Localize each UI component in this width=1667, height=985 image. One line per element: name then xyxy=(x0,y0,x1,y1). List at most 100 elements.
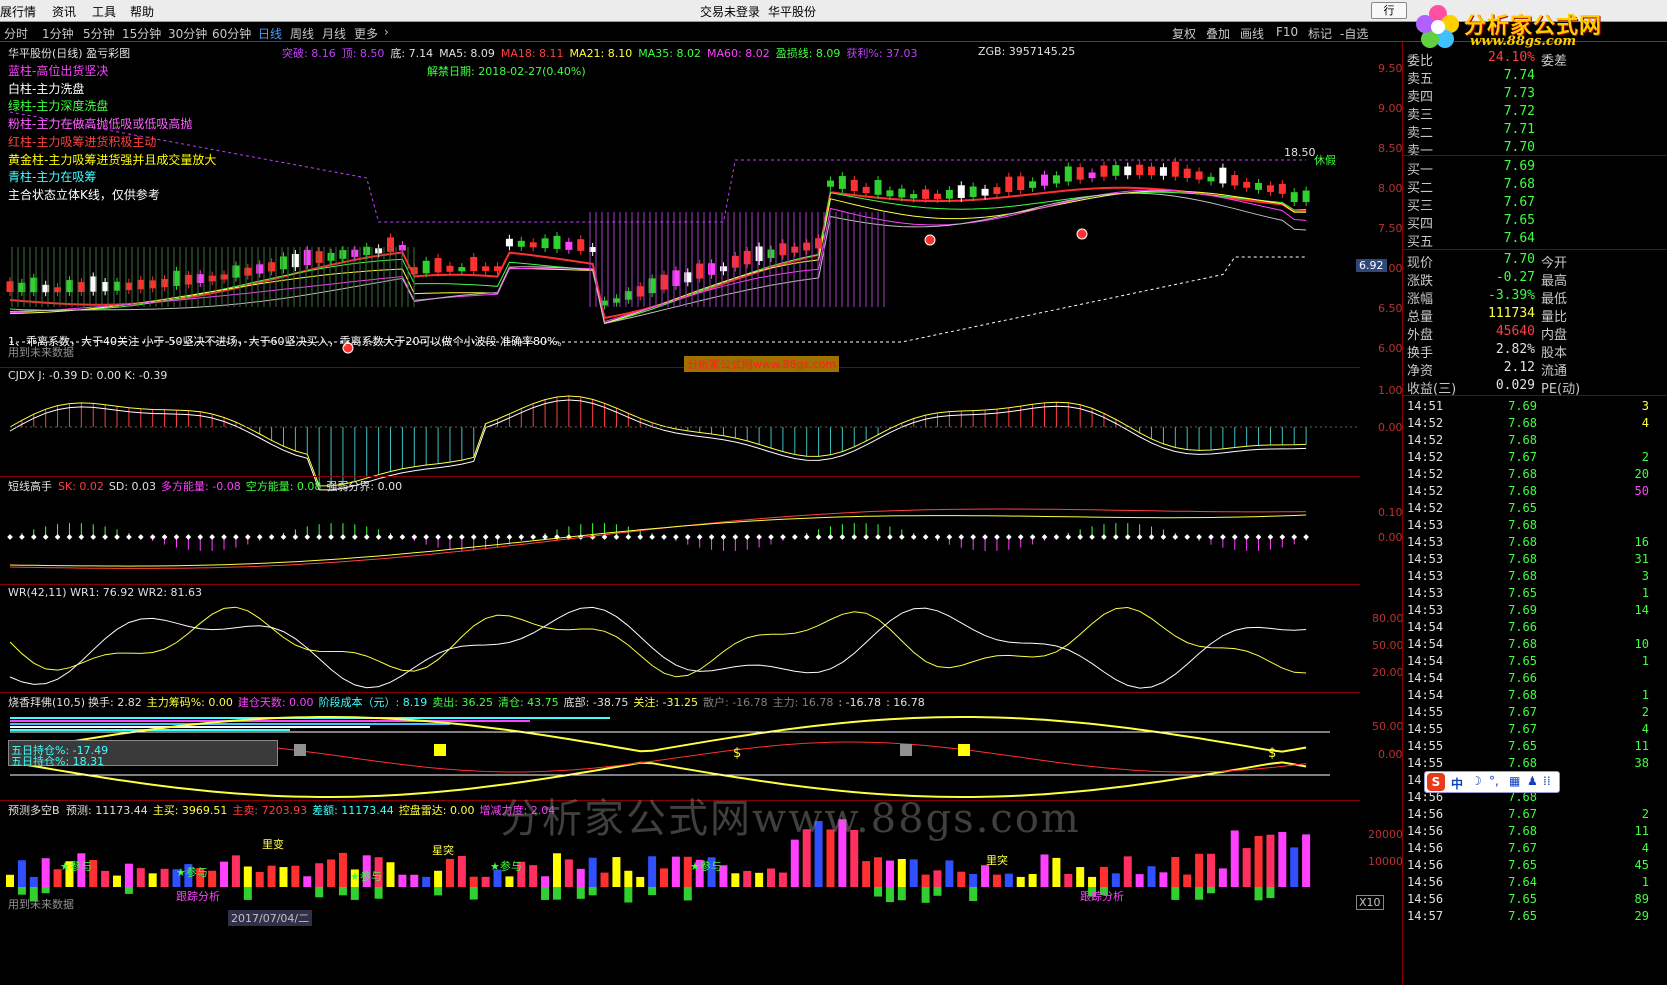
divider-dot xyxy=(173,534,180,540)
volume-bar-negative xyxy=(897,887,906,901)
indicator-value: 预测: 11173.44 xyxy=(66,804,148,817)
volume-bar-negative xyxy=(683,887,692,901)
volume-bar xyxy=(1064,873,1073,887)
volume-bar xyxy=(136,868,145,887)
signal-marker: ★参与 xyxy=(690,860,722,873)
volume-bar xyxy=(909,859,918,887)
candle-body xyxy=(815,238,823,249)
candle-body xyxy=(1195,171,1203,180)
indicator-value: 突破: 8.16 xyxy=(282,47,336,60)
period-60min[interactable]: 60分钟 xyxy=(212,25,251,42)
tick-volume: 4 xyxy=(1641,722,1649,736)
grid-icon[interactable]: ⁞⁞ xyxy=(1543,774,1551,788)
divider-dot xyxy=(185,534,192,540)
legend-item: 绿柱-主力深度洗盘 xyxy=(8,99,109,114)
period-monthly[interactable]: 月线 xyxy=(322,25,346,42)
divider-dot xyxy=(518,534,525,540)
indicator-value: : -16.78 xyxy=(838,696,882,709)
volume-bar xyxy=(267,865,276,887)
indicator-value: 获利%: 37.03 xyxy=(846,47,918,60)
volume-bar-negative xyxy=(624,887,633,903)
watchlist-button[interactable]: -自选 xyxy=(1340,25,1368,42)
divider-dot xyxy=(1220,534,1226,540)
volume-bar-negative xyxy=(885,887,894,903)
tick-row: 14:56 7.65 45 xyxy=(1403,858,1667,875)
volume-bar xyxy=(945,860,954,887)
tick-price: 7.68 xyxy=(1508,569,1537,583)
period-tick[interactable]: 分时 xyxy=(4,25,28,42)
divider-dot xyxy=(708,534,715,540)
volume-bar xyxy=(1278,832,1287,887)
candle-body xyxy=(1278,183,1286,194)
tick-row: 14:54 7.65 1 xyxy=(1403,654,1667,671)
moon-icon[interactable]: ☽ xyxy=(1471,774,1482,788)
user-icon[interactable]: ♟ xyxy=(1527,774,1538,788)
candle-body xyxy=(696,263,704,279)
divider-dot xyxy=(1243,534,1250,540)
chevron-right-icon[interactable]: › xyxy=(384,25,389,39)
tick-price: 7.68 xyxy=(1508,484,1537,498)
volume-bar xyxy=(564,859,573,887)
divider-dot xyxy=(803,534,810,540)
volume-bar xyxy=(1004,873,1013,887)
candle-body xyxy=(541,238,549,249)
f10-button[interactable]: F10 xyxy=(1276,25,1298,39)
tick-volume: 14 xyxy=(1634,603,1649,617)
volume-bar xyxy=(231,855,240,887)
quote-button[interactable]: 行 xyxy=(1371,2,1407,19)
draw-line-button[interactable]: 画线 xyxy=(1240,25,1264,42)
volume-bar-negative xyxy=(874,887,883,897)
period-weekly[interactable]: 周线 xyxy=(290,25,314,42)
keyboard-icon[interactable]: ▦ xyxy=(1509,774,1520,788)
tick-price: 7.68 xyxy=(1508,552,1537,566)
kline-panel xyxy=(6,111,1310,354)
candle-body xyxy=(291,253,299,268)
indicator-value: SD: 0.03 xyxy=(108,480,157,493)
indicator-value: 底: 7.14 xyxy=(390,47,434,60)
period-5min[interactable]: 5分钟 xyxy=(83,25,115,42)
period-1min[interactable]: 1分钟 xyxy=(42,25,74,42)
menu-market[interactable]: 展行情 xyxy=(0,3,36,20)
ycdk-y-label: 20000 xyxy=(1368,828,1403,841)
quote-value: 7.68 xyxy=(1503,177,1535,192)
mark-button[interactable]: 标记 xyxy=(1308,25,1332,42)
punct-icon[interactable]: °, xyxy=(1489,774,1499,788)
quote-label: 卖二 xyxy=(1407,126,1434,141)
volume-bar-negative xyxy=(1254,887,1263,901)
candle-body xyxy=(232,265,240,278)
tick-volume: 2 xyxy=(1641,705,1649,719)
volume-bar xyxy=(552,853,561,887)
menu-tools[interactable]: 工具 xyxy=(92,3,116,20)
period-daily[interactable]: 日线 xyxy=(258,25,282,42)
quote-label: 净资 xyxy=(1407,364,1434,379)
menu-help[interactable]: 帮助 xyxy=(130,3,154,20)
divider-dot xyxy=(1101,534,1107,540)
tick-price: 7.68 xyxy=(1508,535,1537,549)
zoom-x10[interactable]: X10 xyxy=(1356,895,1384,910)
indicator-value: MA21: 8.10 xyxy=(569,47,633,60)
login-status[interactable]: 交易未登录 xyxy=(700,3,760,20)
menu-news[interactable]: 资讯 xyxy=(52,3,76,20)
period-30min[interactable]: 30分钟 xyxy=(168,25,207,42)
ime-toolbar[interactable]: S 中 ☽ °, ▦ ♟ ⁞⁞ xyxy=(1424,771,1560,793)
overlay-button[interactable]: 叠加 xyxy=(1206,25,1230,42)
divider-dot xyxy=(1172,534,1179,540)
wr-y-label: 50.00 xyxy=(1372,639,1404,652)
divider-dot xyxy=(19,534,25,540)
volume-bar xyxy=(327,859,336,887)
divider-dot xyxy=(637,534,644,540)
candle-body xyxy=(1017,176,1025,191)
quote-row: 涨幅 -3.39% 最低 xyxy=(1403,288,1667,307)
ycdk-y-label: 10000 xyxy=(1368,855,1403,868)
volume-bar xyxy=(1171,856,1180,887)
tick-time: 14:53 xyxy=(1407,586,1444,600)
divider-dot xyxy=(1160,534,1167,540)
period-15min[interactable]: 15分钟 xyxy=(122,25,161,42)
ime-lang[interactable]: 中 xyxy=(1451,775,1463,792)
period-more[interactable]: 更多 xyxy=(354,25,378,42)
adjust-button[interactable]: 复权 xyxy=(1172,25,1196,42)
signal-square xyxy=(900,744,912,756)
candle-body xyxy=(1171,161,1179,177)
candle-body xyxy=(1159,167,1167,176)
volume-bar xyxy=(291,865,300,887)
